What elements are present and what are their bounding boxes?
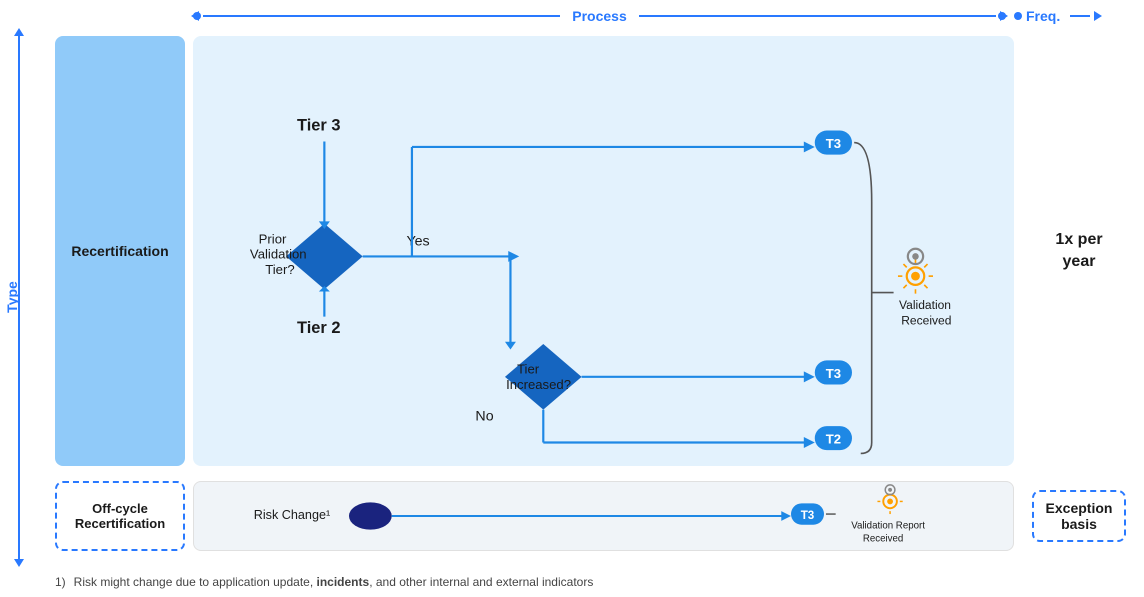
recert-lower: Off-cycle Recertification Risk Change¹	[55, 474, 1144, 559]
t2-badge-text: T2	[826, 432, 841, 447]
recert-label: Recertification	[71, 243, 168, 259]
freq-upper: 1x peryear	[1014, 36, 1144, 466]
tier-inc-text1: Tier	[517, 362, 540, 377]
ray8	[903, 285, 906, 288]
arrow-tierinc-right	[804, 371, 815, 382]
freq-lower: Exceptionbasis	[1014, 490, 1144, 542]
process-label: Process	[560, 8, 638, 24]
freq-arrow	[1094, 11, 1102, 21]
offcycle-flow: Risk Change¹ T3	[193, 481, 1014, 551]
ray5	[903, 264, 906, 267]
val-recv-text2: Received	[901, 313, 951, 327]
flow-area: Tier 3 Prior Validation Tier? Tier 2	[193, 36, 1014, 466]
freq-header: Freq.	[1014, 8, 1144, 24]
t3-badge-lower-text: T3	[801, 509, 815, 522]
offcycle-label-box: Off-cycle Recertification	[55, 481, 185, 551]
gear-center	[912, 253, 919, 260]
no-label: No	[475, 409, 493, 425]
arrow-down-tierinc	[505, 342, 516, 350]
footer-note: 1) Risk might change due to application …	[0, 567, 1144, 597]
ray7	[924, 264, 927, 267]
risk-oval	[349, 503, 392, 530]
type-arrow-bottom	[14, 559, 24, 567]
ray6	[924, 285, 927, 288]
diagram-area: Recertification Tier 3 Prior Validation …	[55, 28, 1144, 567]
tier3-label: Tier 3	[297, 117, 340, 135]
tier2-label: Tier 2	[297, 319, 340, 337]
tier-inc-text2: Increased?	[506, 377, 571, 392]
footer-note-content: Risk might change due to application upd…	[74, 575, 594, 589]
exception-box: Exceptionbasis	[1032, 490, 1127, 542]
footer-note-rest: , and other internal and external indica…	[369, 575, 593, 589]
right-bracket	[854, 143, 872, 454]
footer-note-num: 1)	[55, 575, 66, 589]
offcycle-svg: Risk Change¹ T3	[194, 482, 1013, 550]
header-row: Process Freq.	[0, 0, 1144, 28]
yes-label: Yes	[406, 233, 429, 249]
flow-diagram: Tier 3 Prior Validation Tier? Tier 2	[193, 36, 1014, 466]
freq-label: Freq.	[1026, 8, 1060, 24]
val-report-text2: Received	[863, 534, 903, 545]
arrow-tier2-diamond	[319, 286, 330, 291]
type-arrow-top	[14, 28, 24, 36]
freq-dot	[1014, 12, 1022, 20]
footer-note-text: Risk might change due to application upd…	[74, 575, 317, 589]
type-label: Type	[4, 282, 20, 314]
offcycle-label: Off-cycle Recertification	[75, 501, 165, 531]
val-recv-text1: Validation	[899, 298, 951, 312]
risk-change-text: Risk Change¹	[254, 508, 330, 522]
content-area: Type Recertification Tier 3 Prior	[0, 28, 1144, 567]
val-report-sun-inner	[887, 499, 893, 505]
arrow-yes-t3	[804, 141, 815, 152]
footer-note-bold: incidents	[317, 575, 370, 589]
freq-upper-text: 1x peryear	[1055, 231, 1102, 270]
t3-badge-mid-text: T3	[826, 366, 841, 381]
prior-val-text1: Prior	[259, 231, 287, 246]
offcycle-arrow	[781, 512, 791, 522]
prior-val-text3: Tier?	[265, 262, 294, 277]
t3-badge-upper-text: T3	[826, 136, 841, 151]
rpt-gear-center	[888, 488, 892, 492]
arrow-no-t2	[804, 437, 815, 448]
exception-label: Exceptionbasis	[1046, 500, 1113, 532]
recert-upper: Recertification Tier 3 Prior Validation …	[55, 36, 1144, 466]
main-container: Process Freq. Type	[0, 0, 1144, 564]
val-report-text1: Validation Report	[851, 521, 925, 532]
type-column: Type	[0, 28, 55, 567]
recert-label-box: Recertification	[55, 36, 185, 466]
freq-line	[1070, 15, 1090, 17]
freq-value: 1x peryear	[1055, 229, 1102, 274]
prior-val-text2: Validation	[250, 247, 307, 262]
validation-sun-inner	[911, 272, 920, 281]
